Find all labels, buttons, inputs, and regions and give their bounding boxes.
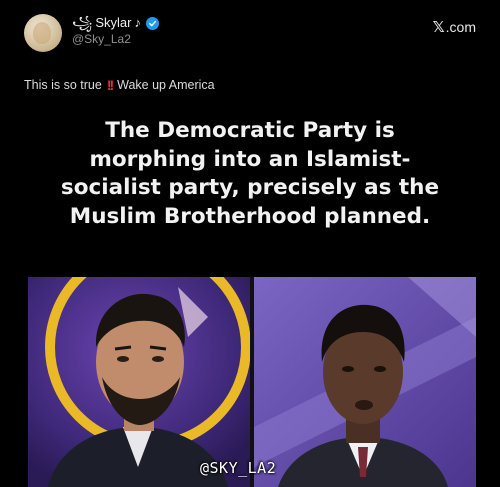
name-ornament-left-icon: ꧁: [72, 15, 93, 30]
display-name-row[interactable]: ꧁ Skylar ♪: [72, 15, 159, 31]
verified-badge-icon: [145, 16, 159, 30]
post-caption: This is so true !! Wake up America: [24, 77, 215, 93]
caption-text: This is so true: [24, 78, 102, 92]
headline-line: socialist party, precisely as the: [60, 175, 440, 200]
double-exclamation-icon: !!: [106, 77, 114, 93]
user-handle[interactable]: @Sky_La2: [72, 32, 131, 46]
avatar[interactable]: [24, 14, 62, 52]
meme-headline: The Democratic Party is morphing into an…: [20, 117, 480, 231]
source-site-label: 𝕏 .com: [433, 18, 476, 36]
source-site-domain: .com: [445, 19, 476, 35]
headline-line: morphing into an Islamist-: [89, 146, 411, 172]
meme-watermark: @SKY_LA2: [200, 459, 277, 477]
meme-photo: [28, 277, 476, 487]
headline-line: Muslim Brotherhood planned.: [69, 203, 431, 229]
display-name[interactable]: Skylar: [95, 15, 131, 31]
headline-line: The Democratic Party is: [105, 118, 395, 143]
post-header: ꧁ Skylar ♪ @Sky_La2 𝕏 .com: [24, 12, 476, 56]
name-ornament-right-icon: ♪: [134, 15, 141, 30]
x-logo-icon: 𝕏: [432, 18, 445, 36]
photo-illustration: [28, 277, 476, 487]
caption-tail: Wake up America: [117, 78, 215, 92]
